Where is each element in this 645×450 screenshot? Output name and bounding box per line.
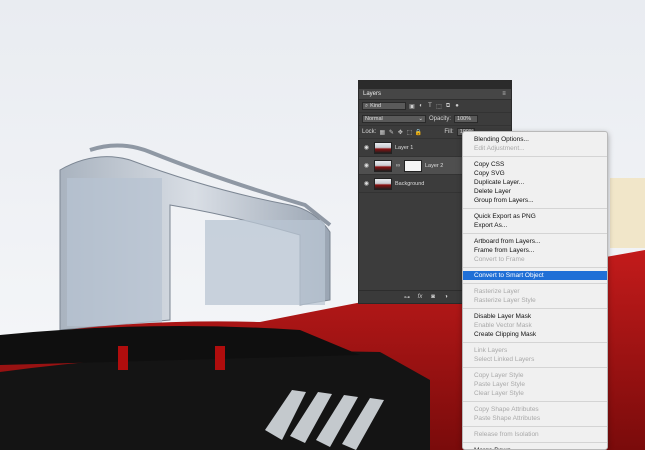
blend-row: Normal ⌄ Opacity: 100% <box>359 113 511 126</box>
menu-item-clear-layer-style: Clear Layer Style <box>474 390 524 397</box>
menu-separator <box>463 308 607 309</box>
menu-item-convert-to-frame: Convert to Frame <box>474 256 525 263</box>
menu-separator <box>463 283 607 284</box>
menu-item-paste-shape-attributes: Paste Shape Attributes <box>474 415 541 422</box>
shape-filter-icon[interactable]: ⬚ <box>436 103 442 110</box>
menu-separator <box>463 267 607 268</box>
menu-separator <box>463 208 607 209</box>
lock-pixels-icon[interactable]: ✎ <box>388 129 394 136</box>
visibility-eye-icon[interactable]: ◉ <box>362 144 371 151</box>
visibility-eye-icon[interactable]: ◉ <box>362 162 371 169</box>
menu-item-frame-from-layers[interactable]: Frame from Layers... <box>463 246 607 255</box>
layer-mask-thumbnail[interactable] <box>404 159 422 172</box>
filter-kind-value: Kind <box>370 103 382 109</box>
menu-separator <box>463 401 607 402</box>
menu-item-disable-layer-mask[interactable]: Disable Layer Mask <box>463 312 607 321</box>
fill-label: Fill: <box>444 129 454 135</box>
menu-item-select-linked-layers: Select Linked Layers <box>474 356 535 363</box>
filter-kind-select[interactable]: ⌕ Kind <box>362 102 406 110</box>
menu-item-link-layers: Link Layers <box>474 347 508 354</box>
adjustment-filter-icon[interactable]: ◐ <box>418 103 424 109</box>
menu-separator <box>463 156 607 157</box>
menu-item-export-as[interactable]: Export As... <box>463 221 607 230</box>
menu-item-duplicate-layer[interactable]: Duplicate Layer... <box>463 178 607 187</box>
opacity-field[interactable]: 100% <box>454 115 479 123</box>
layer-thumbnail <box>374 177 392 190</box>
menu-separator <box>463 442 607 443</box>
menu-separator <box>463 426 607 427</box>
visibility-eye-icon[interactable]: ◉ <box>362 180 371 187</box>
pixel-filter-icon[interactable]: ▣ <box>409 103 415 110</box>
layer-thumbnail <box>374 141 392 154</box>
menu-item-group-from-layers[interactable]: Group from Layers... <box>463 196 607 205</box>
fx-icon[interactable]: fx <box>417 294 423 300</box>
type-filter-icon[interactable]: T <box>427 103 433 109</box>
menu-item-paste-layer-style: Paste Layer Style <box>474 381 525 388</box>
menu-item-quick-export-as-png[interactable]: Quick Export as PNG <box>463 212 607 221</box>
layer-name[interactable]: Layer 2 <box>425 163 443 169</box>
layer-thumbnail <box>374 159 392 172</box>
filter-toggle-icon[interactable]: ● <box>454 103 460 109</box>
opacity-value: 100% <box>457 116 472 122</box>
layer-name[interactable]: Background <box>395 181 424 187</box>
filter-row: ⌕ Kind ▣ ◐ T ⬚ ⧉ ● <box>359 100 511 113</box>
menu-item-create-clipping-mask[interactable]: Create Clipping Mask <box>463 330 607 339</box>
menu-item-copy-shape-attributes: Copy Shape Attributes <box>474 406 539 413</box>
menu-item-delete-layer[interactable]: Delete Layer <box>463 187 607 196</box>
layer-name[interactable]: Layer 1 <box>395 145 413 151</box>
lock-label: Lock: <box>362 129 377 135</box>
chevron-down-icon: ⌄ <box>418 116 423 122</box>
opacity-label: Opacity: <box>429 116 452 122</box>
menu-item-convert-to-smart-object[interactable]: Convert to Smart Object <box>463 271 607 280</box>
menu-item-copy-svg[interactable]: Copy SVG <box>463 169 607 178</box>
layers-tab-row: Layers ≡ <box>359 89 511 100</box>
menu-item-rasterize-layer: Rasterize Layer <box>474 288 520 295</box>
panel-titlebar[interactable] <box>359 81 511 89</box>
search-icon: ⌕ <box>365 102 369 109</box>
blend-mode-value: Normal <box>365 116 383 122</box>
menu-item-enable-vector-mask: Enable Vector Mask <box>474 322 532 329</box>
blend-mode-select[interactable]: Normal ⌄ <box>362 115 426 123</box>
link-icon[interactable]: ⊶ <box>404 294 410 301</box>
menu-item-merge-down[interactable]: Merge Down <box>463 446 607 449</box>
menu-item-edit-adjustment: Edit Adjustment... <box>474 145 525 152</box>
menu-item-rasterize-layer-style: Rasterize Layer Style <box>474 297 536 304</box>
menu-separator <box>463 342 607 343</box>
menu-separator <box>463 233 607 234</box>
menu-item-copy-layer-style: Copy Layer Style <box>474 372 524 379</box>
mask-link-icon[interactable]: ∞ <box>395 163 401 169</box>
mask-icon[interactable]: ◙ <box>430 294 436 300</box>
lock-artboard-icon[interactable]: ⬚ <box>406 129 413 136</box>
panel-menu-icon[interactable]: ≡ <box>501 91 507 97</box>
adjustment-icon[interactable]: ◑ <box>443 294 449 300</box>
lock-transparency-icon[interactable]: ▦ <box>379 129 386 136</box>
lock-all-icon[interactable]: 🔒 <box>415 129 422 136</box>
menu-item-artboard-from-layers[interactable]: Artboard from Layers... <box>463 237 607 246</box>
layers-tab[interactable]: Layers <box>363 91 381 97</box>
menu-item-copy-css[interactable]: Copy CSS <box>463 160 607 169</box>
menu-item-release-from-isolation: Release from Isolation <box>474 431 539 438</box>
smart-object-filter-icon[interactable]: ⧉ <box>445 103 451 109</box>
menu-item-blending-options[interactable]: Blending Options... <box>463 135 607 144</box>
lock-position-icon[interactable]: ✥ <box>397 129 403 136</box>
layer-context-menu: Blending Options... Edit Adjustment... Cop… <box>462 131 608 450</box>
menu-separator <box>463 367 607 368</box>
